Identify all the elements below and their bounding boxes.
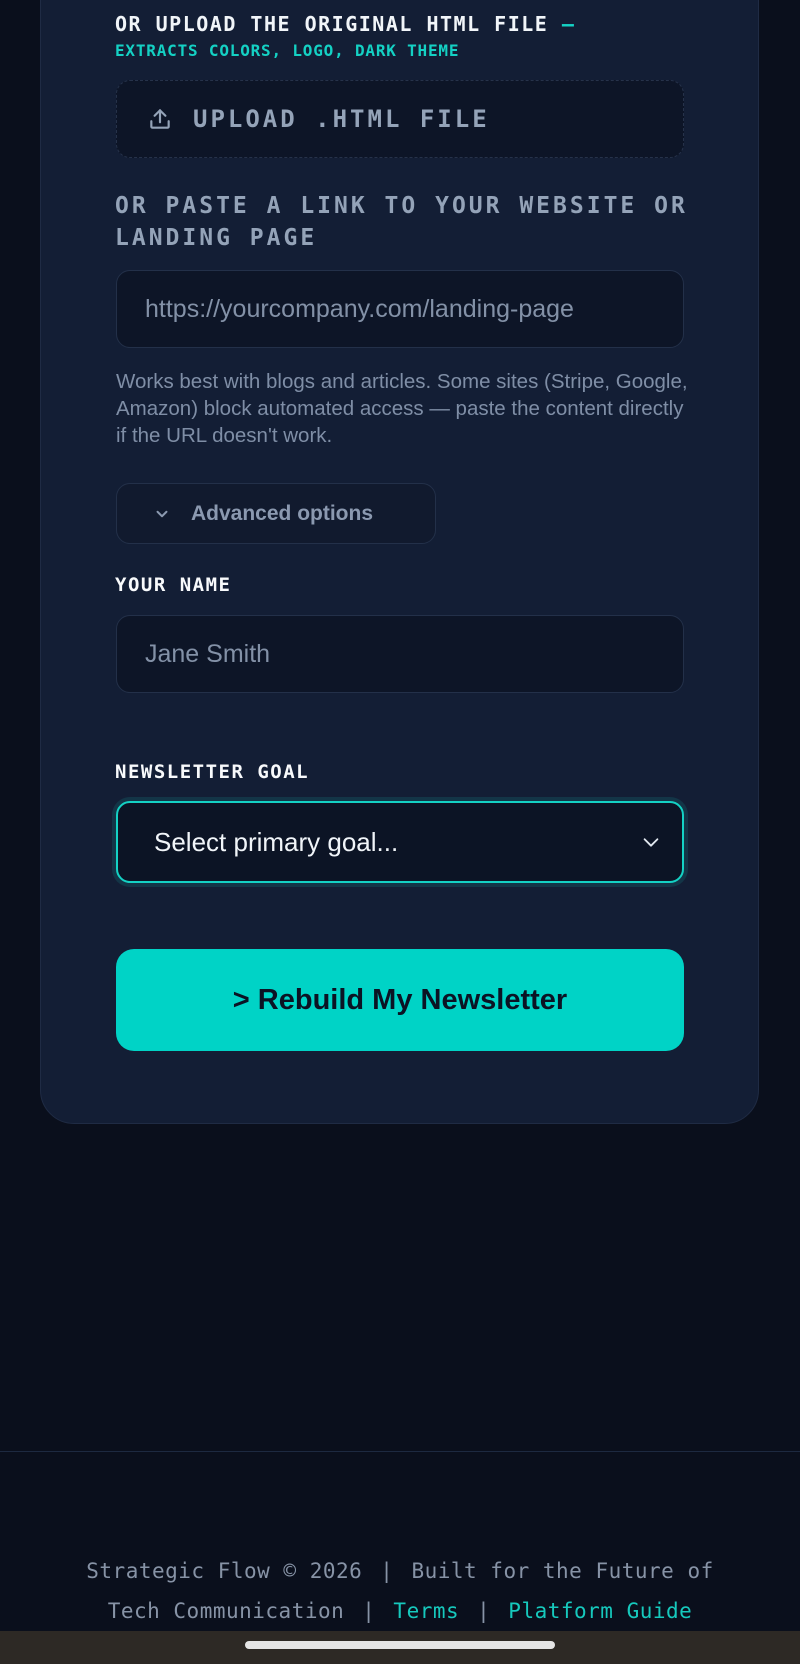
upload-icon (150, 109, 170, 129)
upload-html-button[interactable]: UPLOAD .HTML FILE (116, 80, 684, 158)
url-input[interactable] (116, 270, 684, 348)
footer-tagline-end: Tech Communication (107, 1599, 345, 1623)
upload-label-text: OR UPLOAD THE ORIGINAL HTML FILE (115, 12, 549, 36)
upload-button-label: UPLOAD .HTML FILE (193, 105, 490, 133)
name-field-label: YOUR NAME (115, 574, 232, 596)
footer-tagline-start: Built for the Future of (411, 1559, 714, 1583)
advanced-options-toggle[interactable]: Advanced options (116, 483, 436, 544)
link-label: OR PASTE A LINK TO YOUR WEBSITE OR LANDI… (115, 193, 688, 251)
url-hint: Works best with blogs and articles. Some… (116, 370, 688, 447)
goal-field-label: NEWSLETTER GOAL (115, 761, 310, 783)
advanced-options-label: Advanced options (191, 501, 374, 525)
goal-select-value: Select primary goal... (154, 826, 399, 857)
terms-link[interactable]: Terms (393, 1599, 459, 1623)
newsletter-goal-select[interactable]: Select primary goal... (116, 801, 684, 883)
chevron-down-icon (156, 510, 168, 517)
chevron-down-icon (643, 838, 659, 847)
rebuild-newsletter-button[interactable]: > Rebuild My Newsletter (116, 949, 684, 1051)
name-input[interactable] (116, 615, 684, 693)
footer-separator: | (477, 1599, 491, 1623)
page: OR UPLOAD THE ORIGINAL HTML FILE — EXTRA… (0, 0, 800, 1664)
upload-label-dash: — (561, 12, 576, 36)
platform-guide-link[interactable]: Platform Guide (508, 1599, 692, 1623)
footer-line-2: Tech Communication | Terms | Platform Guide (0, 1591, 800, 1631)
footer-separator: | (362, 1599, 376, 1623)
footer-copyright: Strategic Flow © 2026 (86, 1559, 363, 1583)
upload-sublabel: EXTRACTS COLORS, LOGO, DARK THEME (115, 41, 460, 60)
upload-label: OR UPLOAD THE ORIGINAL HTML FILE — (115, 12, 575, 36)
footer: Strategic Flow © 2026 | Built for the Futu… (0, 1551, 800, 1631)
footer-divider (0, 1451, 800, 1452)
home-indicator[interactable] (245, 1641, 555, 1649)
footer-separator: | (380, 1559, 394, 1583)
footer-line-1: Strategic Flow © 2026 | Built for the Futu… (0, 1551, 800, 1591)
